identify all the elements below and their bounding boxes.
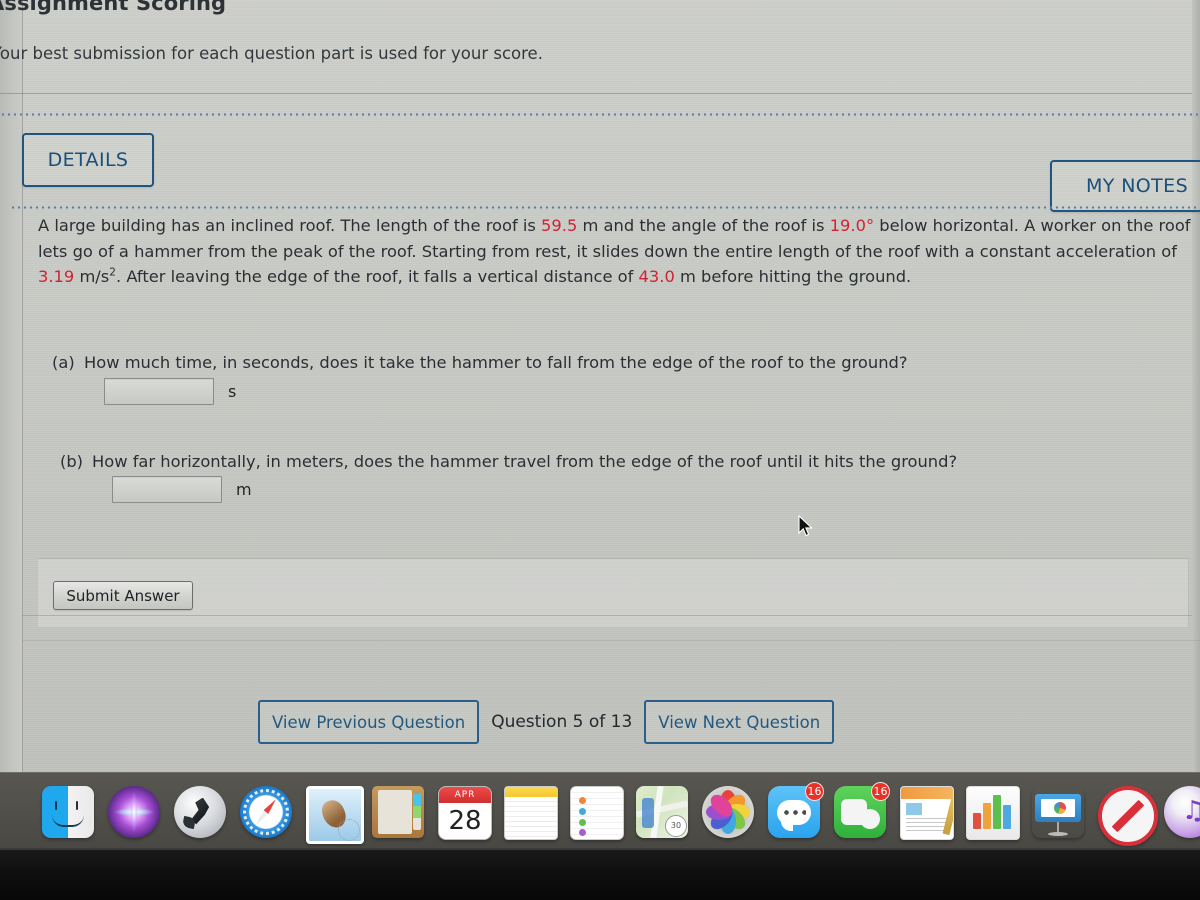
monitor-bezel-bottom bbox=[0, 850, 1200, 900]
question-part-a: (a) How much time, in seconds, does it ta… bbox=[52, 353, 908, 372]
part-b-prompt: How far horizontally, in meters, does th… bbox=[92, 452, 958, 471]
question-text-2: m and the angle of the roof is bbox=[577, 216, 830, 235]
card-bottom-edge-2 bbox=[22, 640, 1200, 641]
question-counter: Question 5 of 13 bbox=[491, 712, 633, 732]
itunes-icon: ♫ bbox=[1164, 785, 1200, 838]
my-notes-button[interactable]: MY NOTES bbox=[1050, 160, 1200, 212]
dock-item-messages[interactable]: 16 bbox=[768, 781, 824, 838]
dock-item-blocked-app[interactable] bbox=[1098, 785, 1158, 846]
browser-viewport: Assignment Scoring Your best submission … bbox=[0, 0, 1200, 772]
view-next-question-button[interactable]: View Next Question bbox=[644, 700, 835, 744]
acceleration-exponent: 2 bbox=[109, 266, 116, 279]
mail-icon bbox=[306, 785, 364, 844]
calendar-month: APR bbox=[439, 786, 491, 803]
messages-badge: 16 bbox=[805, 781, 824, 801]
answer-unit-b: m bbox=[236, 480, 252, 499]
view-next-question-label: View Next Question bbox=[658, 712, 821, 732]
question-statement: A large building has an inclined roof. T… bbox=[38, 213, 1198, 290]
facetime-badge: 16 bbox=[871, 781, 890, 801]
dock-item-keynote[interactable] bbox=[1032, 786, 1084, 838]
safari-icon bbox=[240, 785, 292, 838]
my-notes-button-label: MY NOTES bbox=[1085, 175, 1189, 197]
dock-item-safari[interactable] bbox=[240, 785, 292, 838]
finder-icon bbox=[42, 785, 94, 838]
keynote-icon bbox=[1032, 786, 1084, 838]
dock-item-notes[interactable] bbox=[504, 785, 558, 840]
photos-icon bbox=[702, 785, 754, 838]
monitor-photo: Assignment Scoring Your best submission … bbox=[0, 0, 1200, 900]
view-previous-question-button[interactable]: View Previous Question bbox=[258, 700, 480, 744]
dock-item-contacts[interactable] bbox=[372, 785, 424, 838]
dock-item-numbers[interactable] bbox=[966, 785, 1020, 840]
dock-item-itunes[interactable]: ♫ bbox=[1164, 785, 1200, 838]
maps-icon: 30 bbox=[636, 785, 688, 838]
notes-icon bbox=[504, 785, 558, 840]
dock-item-facetime[interactable]: 16 bbox=[834, 781, 890, 838]
launchpad-icon bbox=[174, 785, 226, 838]
part-b-label: (b) bbox=[60, 452, 84, 471]
value-acceleration: 3.19 bbox=[38, 267, 75, 286]
dock-item-photos[interactable] bbox=[702, 785, 754, 838]
dock-item-mail[interactable] bbox=[306, 785, 364, 844]
view-previous-question-label: View Previous Question bbox=[272, 712, 466, 732]
submit-answer-button[interactable]: Submit Answer bbox=[53, 581, 193, 610]
question-card: A large building has an inclined roof. T… bbox=[26, 208, 1200, 627]
part-a-label: (a) bbox=[52, 353, 75, 372]
page-subtitle: Your best submission for each question p… bbox=[0, 44, 543, 63]
answer-input-b[interactable] bbox=[112, 476, 222, 503]
value-roof-length: 59.5 bbox=[541, 216, 578, 235]
header-divider bbox=[0, 93, 1192, 94]
answer-unit-a: s bbox=[228, 382, 237, 401]
dock-item-calendar[interactable]: APR 28 bbox=[438, 785, 492, 840]
submit-answer-label: Submit Answer bbox=[66, 586, 180, 605]
card-bottom-edge bbox=[22, 615, 1192, 616]
details-button[interactable]: DETAILS bbox=[22, 133, 154, 187]
dock-item-finder[interactable] bbox=[42, 785, 94, 838]
reminders-icon bbox=[570, 785, 624, 840]
dock-item-siri[interactable] bbox=[108, 785, 160, 838]
dotted-divider-top bbox=[0, 113, 1200, 116]
question-text-1: A large building has an inclined roof. T… bbox=[38, 216, 542, 235]
answer-row-a: s bbox=[104, 378, 236, 405]
siri-icon bbox=[108, 785, 160, 838]
blocked-app-icon bbox=[1098, 785, 1158, 846]
submit-panel bbox=[38, 558, 1189, 627]
contacts-icon bbox=[372, 785, 424, 838]
calendar-icon: APR 28 bbox=[438, 785, 492, 840]
page-title: Assignment Scoring bbox=[0, 0, 227, 15]
calendar-day: 28 bbox=[448, 805, 482, 836]
answer-row-b: m bbox=[112, 476, 252, 503]
numbers-icon bbox=[966, 785, 1020, 840]
question-text-5: . After leaving the edge of the roof, it… bbox=[115, 267, 639, 286]
dock-item-pages[interactable] bbox=[900, 785, 954, 840]
value-roof-angle: 19.0° bbox=[829, 216, 875, 235]
dock-item-launchpad[interactable] bbox=[174, 785, 226, 838]
details-button-label: DETAILS bbox=[47, 149, 129, 171]
pages-icon bbox=[900, 785, 954, 840]
part-a-prompt: How much time, in seconds, does it take … bbox=[84, 353, 908, 372]
question-part-b: (b) How far horizontally, in meters, does… bbox=[60, 452, 957, 471]
macos-dock: APR 28 30 16 16 ♫ bbox=[0, 772, 1200, 850]
value-fall-distance: 43.0 bbox=[638, 267, 675, 286]
question-text-6: m before hitting the ground. bbox=[674, 267, 912, 286]
answer-input-a[interactable] bbox=[104, 378, 214, 405]
dock-item-maps[interactable]: 30 bbox=[636, 785, 688, 838]
dock-item-reminders[interactable] bbox=[570, 785, 624, 840]
question-text-4: m/s bbox=[74, 267, 110, 286]
question-navigation: View Previous Question Question 5 of 13 … bbox=[258, 700, 835, 744]
